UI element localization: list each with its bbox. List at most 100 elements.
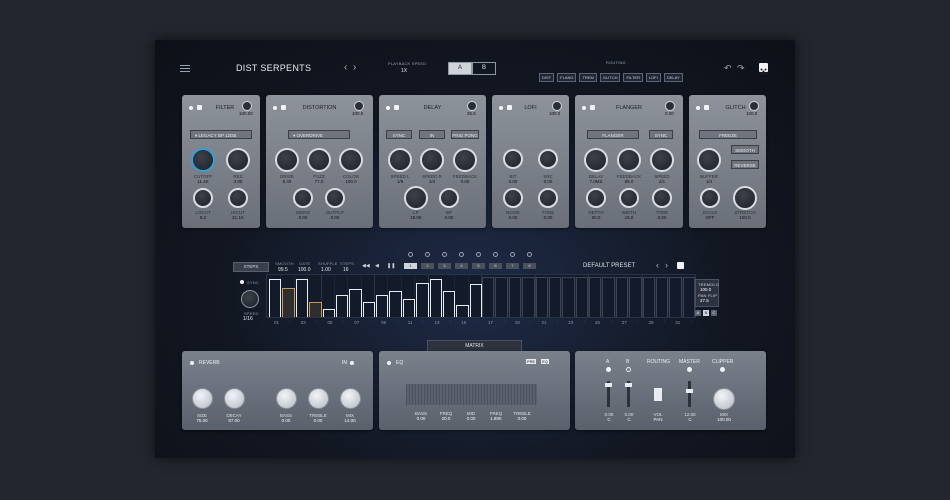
route-delay[interactable]: DELAY — [663, 73, 683, 82]
speed-l-knob[interactable] — [388, 148, 412, 172]
seq-step-bar[interactable] — [429, 279, 442, 317]
bit-knob[interactable] — [503, 149, 523, 169]
seq-step-bar[interactable] — [309, 301, 322, 317]
scale-knob[interactable] — [700, 188, 720, 208]
smooth-button[interactable]: SMOOTH — [731, 145, 759, 154]
seq-dice-icon[interactable] — [677, 262, 684, 269]
steps-button[interactable]: STEPS — [233, 262, 269, 272]
smooth-param-value[interactable]: 99.5 — [278, 267, 288, 273]
seq-step-bar[interactable] — [442, 291, 456, 317]
shuffle-param-value[interactable]: 1.00 — [321, 267, 331, 273]
seq-step-bar[interactable] — [269, 279, 282, 317]
cutoff-knob[interactable] — [191, 148, 215, 172]
seq-step-bar[interactable] — [376, 295, 389, 317]
eq-pre-badge[interactable]: PRE — [526, 359, 537, 364]
fuzz-knob[interactable] — [307, 148, 331, 172]
clipper-toggle-icon[interactable] — [720, 367, 725, 372]
delay-mix-knob[interactable] — [467, 101, 477, 111]
mono-knob[interactable] — [293, 188, 313, 208]
reverb-bass-knob[interactable] — [276, 388, 297, 409]
route-filter[interactable]: FILTER — [623, 73, 643, 82]
distortion-type-dropdown[interactable]: ▾ OVERDRIVE — [288, 130, 350, 139]
prev-preset-icon[interactable]: ‹ — [344, 62, 347, 73]
seq-speed-knob[interactable] — [241, 290, 259, 308]
delay-pingpong-button[interactable]: PING PONG — [451, 130, 479, 139]
sync-toggle-icon[interactable] — [240, 280, 244, 284]
noise-knob[interactable] — [503, 188, 523, 208]
seq-step-slot[interactable] — [495, 277, 508, 317]
steps-param-value[interactable]: 16 — [343, 267, 349, 273]
color-knob[interactable] — [339, 148, 363, 172]
a-toggle-icon[interactable] — [606, 367, 611, 372]
eq-badge[interactable]: EQ — [541, 359, 549, 364]
eq-display[interactable] — [406, 384, 537, 405]
seq-step-bar[interactable] — [389, 291, 402, 317]
res-knob[interactable] — [226, 148, 250, 172]
a-fader[interactable] — [605, 381, 612, 407]
reverb-mix-knob[interactable] — [340, 388, 361, 409]
bp-knob[interactable] — [439, 188, 459, 208]
b-fader[interactable] — [625, 381, 632, 407]
freeze-button[interactable]: FREEZE — [699, 130, 757, 139]
next-preset-icon[interactable]: › — [353, 62, 356, 73]
route-trem[interactable]: TREM — [579, 73, 597, 82]
flanger-delay-knob[interactable] — [584, 148, 608, 172]
filter-type-dropdown[interactable]: ▾ LEGACY BP 12DB — [190, 130, 252, 139]
seq-step-slot[interactable] — [655, 277, 669, 317]
seq-prev-icon[interactable]: ‹ — [656, 260, 659, 270]
seq-step-slot[interactable] — [575, 277, 588, 317]
flanger-tone-knob[interactable] — [652, 188, 672, 208]
seq-step-bar[interactable] — [349, 289, 362, 317]
output-knob[interactable] — [325, 188, 345, 208]
seq-step-slot[interactable] — [482, 277, 495, 317]
route-dist[interactable]: DIST — [539, 73, 555, 82]
a-button[interactable]: A — [448, 62, 472, 75]
flanger-sync-button[interactable]: SYNC — [649, 130, 673, 139]
width-knob[interactable] — [619, 188, 639, 208]
seq-mini-c[interactable]: C — [711, 310, 717, 316]
seq-step-slot[interactable] — [642, 277, 655, 317]
distortion-mix-knob[interactable] — [354, 101, 364, 111]
buffer-knob[interactable] — [697, 148, 721, 172]
lp-knob[interactable] — [404, 186, 428, 210]
locut-knob[interactable] — [193, 188, 213, 208]
filter-mix-knob[interactable] — [242, 101, 252, 111]
route-glitch[interactable]: GLITCH — [599, 73, 621, 82]
redo-icon[interactable]: ↷ — [737, 63, 745, 74]
master-fader[interactable] — [686, 381, 693, 407]
step-button[interactable]: 8 — [523, 263, 536, 269]
eq-power-icon[interactable] — [387, 361, 391, 365]
reverse-button[interactable]: REVERSE — [731, 160, 759, 169]
seq-step-slot[interactable] — [602, 277, 615, 317]
flanger-speed-knob[interactable] — [650, 148, 674, 172]
seq-step-bar[interactable] — [282, 288, 295, 317]
seq-step-slot[interactable] — [508, 277, 522, 317]
seq-step-bar[interactable] — [322, 309, 335, 317]
reverb-size-knob[interactable] — [192, 388, 213, 409]
speed-r-knob[interactable] — [420, 148, 444, 172]
mod-target-box[interactable]: TREMOLO 100.0 PAN FLIP 27.5 — [695, 279, 719, 307]
seq-mini-b[interactable]: B — [703, 310, 709, 316]
seq-step-slot[interactable] — [562, 277, 575, 317]
preset-name[interactable]: DIST SERPENTS — [236, 63, 311, 73]
step-button[interactable]: 7 — [506, 263, 519, 269]
rewind-icon[interactable]: ◀◀ — [362, 263, 370, 269]
reverb-treble-knob[interactable] — [308, 388, 329, 409]
b-button[interactable]: B — [472, 62, 496, 75]
step-button[interactable]: 3 — [438, 263, 451, 269]
flanger-mix-knob[interactable] — [665, 101, 675, 111]
reverb-power-icon[interactable] — [190, 361, 194, 365]
step-button[interactable]: 2 — [421, 263, 434, 269]
reverb-decay-knob[interactable] — [224, 388, 245, 409]
seq-mini-a[interactable]: A — [695, 310, 701, 316]
step-button[interactable]: 4 — [455, 263, 468, 269]
gate-param-value[interactable]: 100.0 — [298, 267, 311, 273]
stretch-knob[interactable] — [733, 186, 757, 210]
seq-next-icon[interactable]: › — [665, 260, 668, 270]
pause-icon[interactable]: ❚❚ — [387, 263, 395, 269]
reverb-in-icon[interactable] — [350, 361, 354, 365]
seq-step-bar[interactable] — [402, 299, 416, 317]
menu-icon[interactable] — [180, 63, 190, 74]
feedback-knob[interactable] — [453, 148, 477, 172]
step-button[interactable]: 6 — [489, 263, 502, 269]
